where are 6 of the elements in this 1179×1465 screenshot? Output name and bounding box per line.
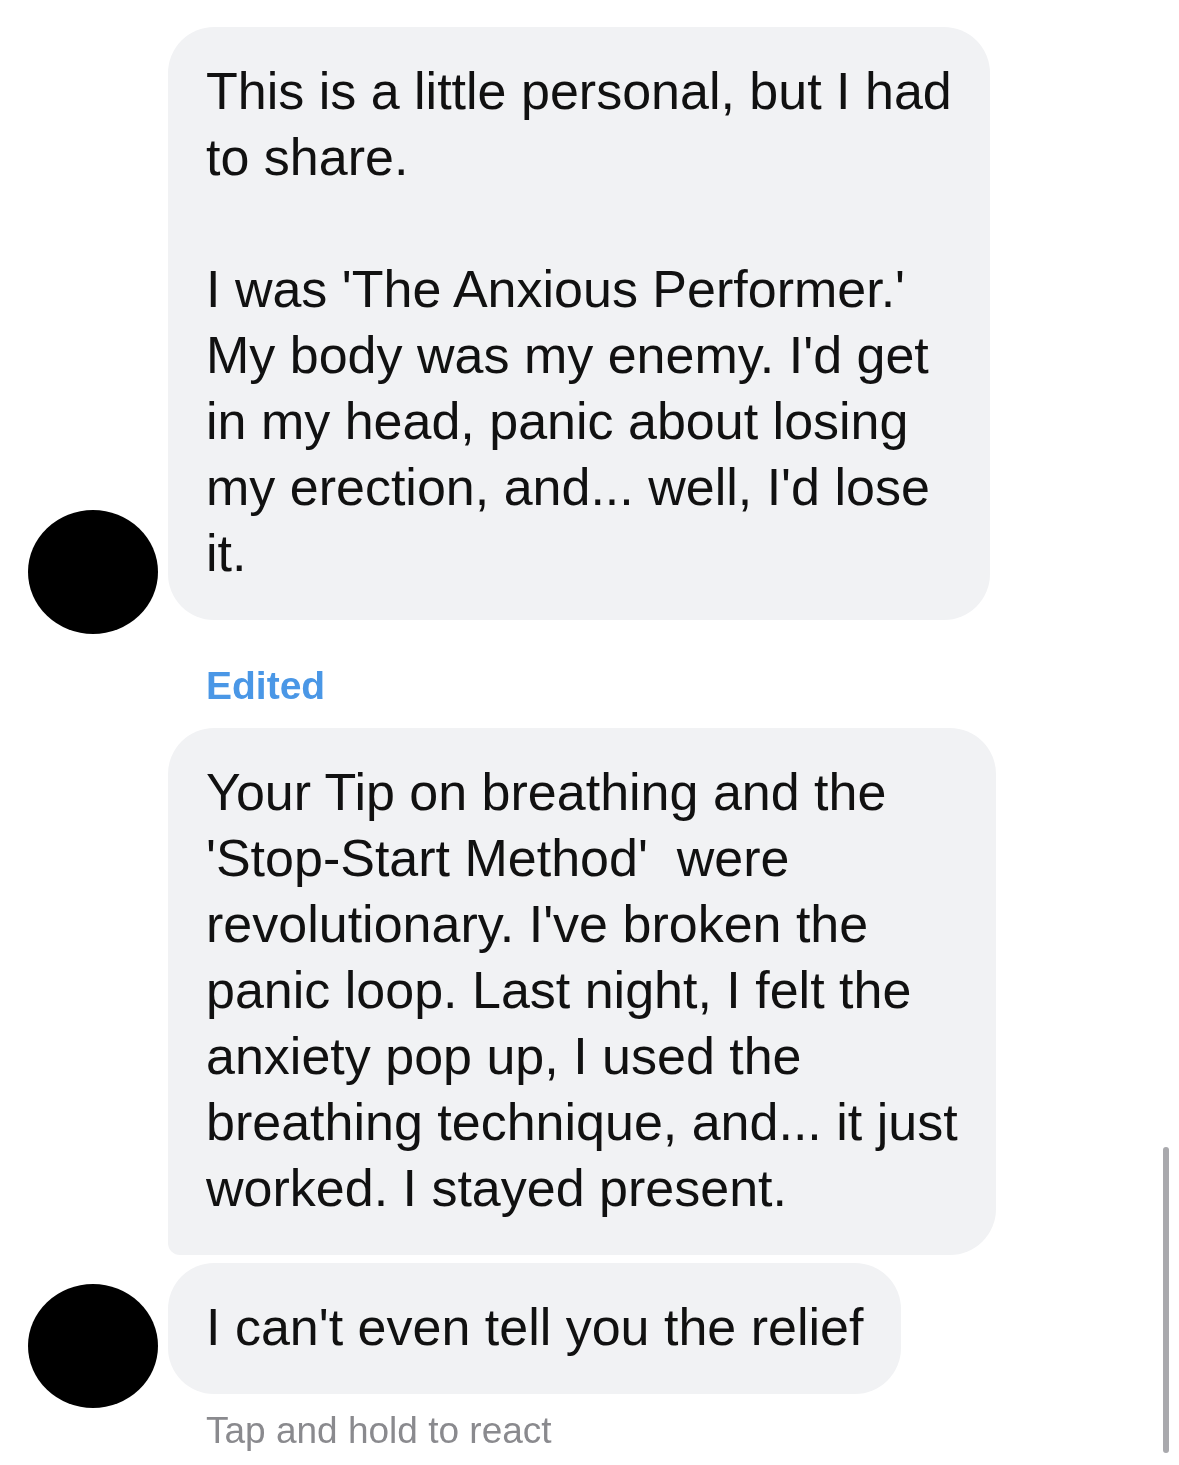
message-bubble: I can't even tell you the relief — [168, 1263, 902, 1394]
edited-label: Edited — [206, 664, 327, 708]
message-bubble: This is a little personal, but I had to share. I was 'The Anxious Performer.' My body was my enemy. I'd get in my head, panic about losing my erection, and... well, I'd lose it. — [168, 27, 990, 620]
react-hint: Tap and hold to react — [206, 1410, 553, 1452]
scrollbar[interactable] — [1163, 1147, 1169, 1453]
message-bubble: Your Tip on breathing and the 'Stop-Start Method' were revolutionary. I've broken the panic loop. Last night, I felt the anxiety pop up, I used the breathing technique, and... it just worked. I stayed present. — [168, 728, 996, 1255]
